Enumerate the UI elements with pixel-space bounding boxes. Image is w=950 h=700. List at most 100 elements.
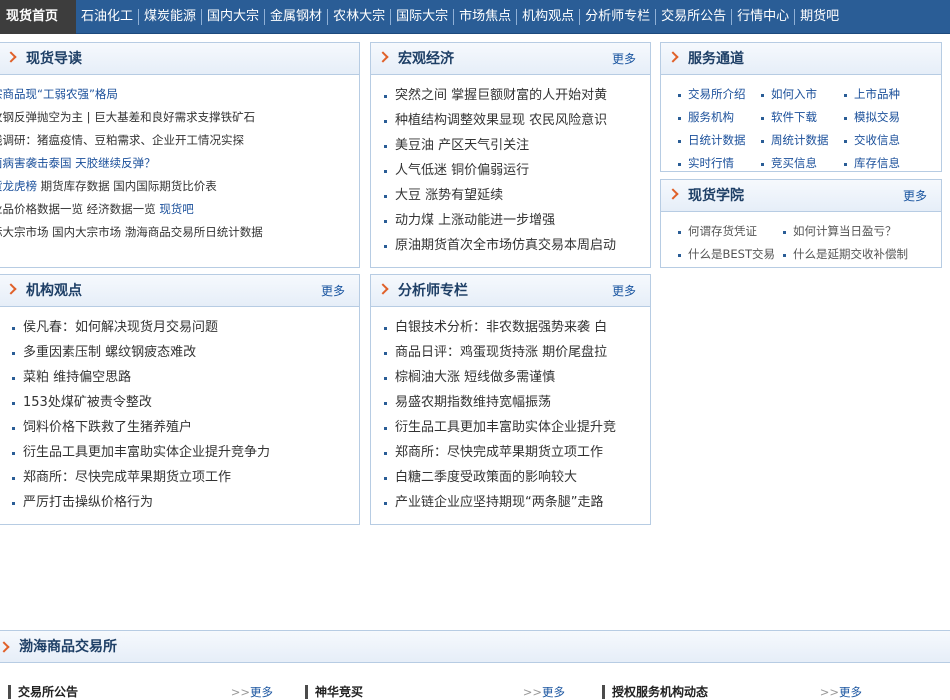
service-link-label[interactable]: 软件下载 bbox=[771, 110, 817, 124]
service-link-label[interactable]: 实时行情 bbox=[688, 156, 734, 170]
nav-item-institution-views[interactable]: 机构观点 bbox=[517, 0, 579, 34]
news-link[interactable]: 郑商所：尽快完成苹果期货立项工作 bbox=[23, 470, 231, 485]
service-link-label[interactable]: 交易所介绍 bbox=[688, 87, 746, 101]
nav-item-domestic-commodity[interactable]: 国内大宗 bbox=[202, 0, 264, 34]
list-item[interactable]: 美豆油 产区天气引关注 bbox=[371, 133, 650, 158]
list-item[interactable]: 严厉打击操纵价格行为 bbox=[0, 490, 359, 515]
academy-link[interactable]: 什么是延期交收补偿制 bbox=[778, 243, 908, 266]
guide-link[interactable]: 际大宗市场 国内大宗市场 渤海商品交易所日统计数据 bbox=[0, 225, 263, 239]
news-link[interactable]: 衍生品工具更加丰富助实体企业提升竞 bbox=[395, 420, 616, 435]
service-link-label[interactable]: 周统计数据 bbox=[771, 133, 829, 147]
news-link[interactable]: 原油期货首次全市场仿真交易本周启动 bbox=[395, 238, 616, 253]
nav-item-petrochemical[interactable]: 石油化工 bbox=[76, 0, 138, 34]
guide-line[interactable]: 宗商品现“工弱农强”格局 bbox=[0, 83, 359, 106]
service-link-label[interactable]: 竞买信息 bbox=[771, 156, 817, 170]
guide-line[interactable]: 货龙虎榜 期货库存数据 国内国际期货比价表 bbox=[0, 175, 359, 198]
guide-line[interactable]: 纹钢反弹抛空为主 | 巨大基差和良好需求支撑铁矿石 bbox=[0, 106, 359, 129]
institution-more-link[interactable]: 更多 bbox=[321, 275, 345, 307]
list-item[interactable]: 白银技术分析：非农数据强势来袭 白 bbox=[371, 315, 650, 340]
guide-link[interactable]: 纹钢反弹抛空为主 | 巨大基差和良好需求支撑铁矿石 bbox=[0, 110, 255, 124]
guide-link[interactable]: 现货吧 bbox=[159, 202, 194, 216]
shenhua-bid-more-link[interactable]: >>更多 bbox=[523, 682, 565, 700]
service-link[interactable]: 周统计数据 bbox=[756, 129, 839, 152]
news-link[interactable]: 种植结构调整效果显现 农民风险意识 bbox=[395, 113, 607, 128]
nav-item-coal-energy[interactable]: 煤炭能源 bbox=[139, 0, 201, 34]
list-item[interactable]: 人气低迷 铜价偏弱运行 bbox=[371, 158, 650, 183]
list-item[interactable]: 商品日评：鸡蛋现货持涨 期价尾盘拉 bbox=[371, 340, 650, 365]
list-item[interactable]: 突然之间 掌握巨额财富的人开始对黄 bbox=[371, 83, 650, 108]
academy-more-link[interactable]: 更多 bbox=[903, 180, 927, 212]
academy-link[interactable]: 何谓存货凭证 bbox=[673, 220, 778, 243]
nav-item-futures-forum[interactable]: 期货吧 bbox=[795, 0, 844, 34]
news-link[interactable]: 饲料价格下跌救了生猪养殖户 bbox=[23, 420, 192, 435]
service-link[interactable]: 实时行情 bbox=[673, 152, 756, 171]
news-link[interactable]: 美豆油 产区天气引关注 bbox=[395, 138, 529, 153]
service-link[interactable]: 交易所介绍 bbox=[673, 83, 756, 106]
news-link[interactable]: 人气低迷 铜价偏弱运行 bbox=[395, 163, 529, 178]
service-link[interactable]: 软件下载 bbox=[756, 106, 839, 129]
list-item[interactable]: 郑商所：尽快完成苹果期货立项工作 bbox=[0, 465, 359, 490]
guide-link[interactable]: 宗商品现“工弱农强”格局 bbox=[0, 87, 118, 101]
news-link[interactable]: 大豆 涨势有望延续 bbox=[395, 188, 503, 203]
guide-link[interactable]: 期货库存数据 国内国际期货比价表 bbox=[37, 179, 217, 193]
academy-link-label[interactable]: 什么是延期交收补偿制 bbox=[793, 247, 908, 261]
academy-link[interactable]: 如何计算当日盈亏？ bbox=[778, 220, 897, 243]
guide-link[interactable]: 线调研：猪瘟疫情、豆粕需求、企业开工情况实探 bbox=[0, 133, 244, 147]
list-item[interactable]: 多重因素压制 螺纹钢疲态难改 bbox=[0, 340, 359, 365]
news-link[interactable]: 白糖二季度受政策面的影响较大 bbox=[395, 470, 577, 485]
news-link[interactable]: 易盛农期指数维持宽幅振荡 bbox=[395, 395, 551, 410]
service-link[interactable]: 竞买信息 bbox=[756, 152, 839, 171]
news-link[interactable]: 突然之间 掌握巨额财富的人开始对黄 bbox=[395, 88, 607, 103]
service-link[interactable]: 模拟交易 bbox=[839, 106, 922, 129]
service-agency-more-link[interactable]: >>更多 bbox=[820, 682, 862, 700]
news-link[interactable]: 菜粕 维持偏空思路 bbox=[23, 370, 131, 385]
list-item[interactable]: 棕榈油大涨 短线做多需谨慎 bbox=[371, 365, 650, 390]
service-link-label[interactable]: 上市品种 bbox=[854, 87, 900, 101]
nav-item-analyst-column[interactable]: 分析师专栏 bbox=[580, 0, 655, 34]
list-item[interactable]: 大豆 涨势有望延续 bbox=[371, 183, 650, 208]
more-label[interactable]: 更多 bbox=[542, 685, 565, 699]
guide-line[interactable]: 业品价格数据一览 经济数据一览 现货吧 bbox=[0, 198, 359, 221]
academy-link-label[interactable]: 什么是BEST交易 bbox=[688, 247, 775, 261]
list-item[interactable]: 侯凡春：如何解决现货月交易问题 bbox=[0, 315, 359, 340]
news-link[interactable]: 153处煤矿被责令整改 bbox=[23, 395, 152, 410]
macro-more-link[interactable]: 更多 bbox=[612, 43, 636, 75]
exchange-notice-more-link[interactable]: >>更多 bbox=[231, 682, 273, 700]
analyst-more-link[interactable]: 更多 bbox=[612, 275, 636, 307]
service-link[interactable]: 如何入市 bbox=[756, 83, 839, 106]
nav-item-exchange-notice[interactable]: 交易所公告 bbox=[656, 0, 731, 34]
list-item[interactable]: 郑商所：尽快完成苹果期货立项工作 bbox=[371, 440, 650, 465]
news-link[interactable]: 商品日评：鸡蛋现货持涨 期价尾盘拉 bbox=[395, 345, 607, 360]
service-link-label[interactable]: 如何入市 bbox=[771, 87, 817, 101]
nav-item-metals-steel[interactable]: 金属钢材 bbox=[265, 0, 327, 34]
service-link-label[interactable]: 库存信息 bbox=[854, 156, 900, 170]
nav-item-market-focus[interactable]: 市场焦点 bbox=[454, 0, 516, 34]
service-link[interactable]: 库存信息 bbox=[839, 152, 922, 171]
list-item[interactable]: 原油期货首次全市场仿真交易本周启动 bbox=[371, 233, 650, 258]
service-link[interactable]: 交收信息 bbox=[839, 129, 922, 152]
guide-link[interactable]: 菌病害袭击泰国 天胶继续反弹？ bbox=[0, 156, 156, 170]
service-link[interactable]: 服务机构 bbox=[673, 106, 756, 129]
service-link-label[interactable]: 服务机构 bbox=[688, 110, 734, 124]
list-item[interactable]: 153处煤矿被责令整改 bbox=[0, 390, 359, 415]
guide-link[interactable]: 货龙虎榜 bbox=[0, 179, 37, 193]
news-link[interactable]: 白银技术分析：非农数据强势来袭 白 bbox=[395, 320, 607, 335]
news-link[interactable]: 郑商所：尽快完成苹果期货立项工作 bbox=[395, 445, 603, 460]
nav-item-agri-forest[interactable]: 农林大宗 bbox=[328, 0, 390, 34]
guide-line[interactable]: 线调研：猪瘟疫情、豆粕需求、企业开工情况实探 bbox=[0, 129, 359, 152]
guide-link[interactable]: 业品价格数据一览 经济数据一览 bbox=[0, 202, 159, 216]
nav-home[interactable]: 现货首页 bbox=[0, 0, 76, 34]
service-link[interactable]: 日统计数据 bbox=[673, 129, 756, 152]
service-link-label[interactable]: 日统计数据 bbox=[688, 133, 746, 147]
news-link[interactable]: 多重因素压制 螺纹钢疲态难改 bbox=[23, 345, 196, 360]
list-item[interactable]: 白糖二季度受政策面的影响较大 bbox=[371, 465, 650, 490]
more-label[interactable]: 更多 bbox=[250, 685, 273, 699]
list-item[interactable]: 产业链企业应坚持期现“两条腿”走路 bbox=[371, 490, 650, 515]
academy-link-label[interactable]: 如何计算当日盈亏？ bbox=[793, 224, 897, 238]
list-item[interactable]: 饲料价格下跌救了生猪养殖户 bbox=[0, 415, 359, 440]
list-item[interactable]: 易盛农期指数维持宽幅振荡 bbox=[371, 390, 650, 415]
academy-link[interactable]: 什么是BEST交易 bbox=[673, 243, 778, 266]
news-link[interactable]: 产业链企业应坚持期现“两条腿”走路 bbox=[395, 495, 603, 510]
guide-line[interactable]: 菌病害袭击泰国 天胶继续反弹？ bbox=[0, 152, 359, 175]
service-link[interactable]: 上市品种 bbox=[839, 83, 922, 106]
